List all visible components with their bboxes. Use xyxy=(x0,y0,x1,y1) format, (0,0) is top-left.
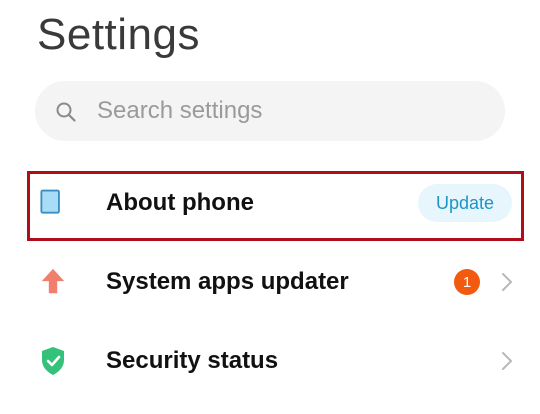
search-input[interactable] xyxy=(97,81,477,141)
page-title: Settings xyxy=(37,10,200,59)
shield-check-icon xyxy=(42,347,64,375)
settings-item-label: System apps updater xyxy=(106,268,349,295)
chevron-right-icon xyxy=(502,352,512,370)
settings-item-label: Security status xyxy=(106,347,279,374)
search-icon xyxy=(56,102,76,122)
chevron-right-icon xyxy=(502,273,512,291)
settings-screen: Settings About phone Update System apps … xyxy=(0,0,540,414)
highlight-box xyxy=(27,171,524,241)
notification-badge: 1 xyxy=(454,269,480,295)
settings-item-security-status[interactable]: Security status xyxy=(0,325,540,397)
settings-item-system-apps-updater[interactable]: System apps updater 1 xyxy=(0,246,540,318)
arrow-up-icon xyxy=(41,268,65,294)
search-bar[interactable] xyxy=(35,81,505,141)
